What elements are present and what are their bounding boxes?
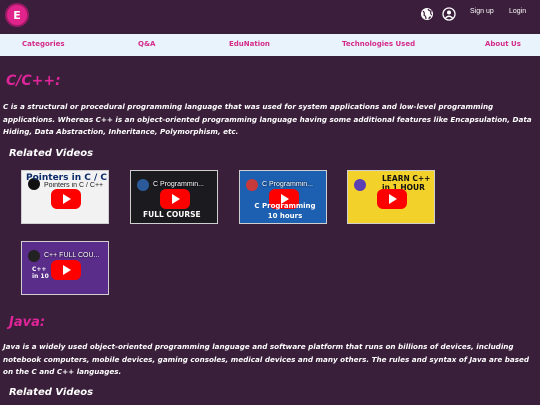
channel-avatar bbox=[28, 250, 40, 262]
section-description-c: C is a structural or procedural programm… bbox=[3, 102, 532, 136]
globe-icon[interactable] bbox=[420, 7, 434, 21]
video-thumbnail[interactable]: C++ FULL COU... C++ in 10 bbox=[21, 241, 109, 295]
section-description-java: Java is a widely used object-oriented pr… bbox=[3, 342, 530, 376]
video-title: C Programmin... bbox=[262, 181, 313, 188]
user-icon[interactable] bbox=[442, 7, 456, 21]
play-icon bbox=[377, 189, 407, 209]
nav-qa[interactable]: Q&A bbox=[138, 40, 155, 48]
channel-avatar bbox=[246, 179, 258, 191]
site-logo[interactable]: E bbox=[5, 3, 29, 27]
play-icon bbox=[51, 189, 81, 209]
nav-bar: Categories Q&A EduNation Technologies Us… bbox=[0, 34, 540, 56]
play-icon bbox=[51, 260, 81, 280]
logo-letter: E bbox=[13, 8, 21, 22]
nav-about-us[interactable]: About Us bbox=[485, 40, 521, 48]
nav-edunation[interactable]: EduNation bbox=[229, 40, 270, 48]
video-thumbnail[interactable]: LEARN C++ in 1 HOUR bbox=[347, 170, 435, 224]
video-overlay-text: FULL COURSE bbox=[143, 210, 201, 219]
signup-link[interactable]: Sign up bbox=[470, 8, 494, 15]
video-thumbnail[interactable]: Pointers in C / C++ Pointers in C / C++ bbox=[21, 170, 109, 224]
channel-avatar bbox=[137, 179, 149, 191]
section-title-java: Java: bbox=[9, 315, 46, 330]
video-thumbnail[interactable]: C Programmin... FULL COURSE bbox=[130, 170, 218, 224]
video-title: C++ FULL COU... bbox=[44, 252, 100, 259]
play-icon bbox=[160, 189, 190, 209]
nav-technologies-used[interactable]: Technologies Used bbox=[342, 40, 415, 48]
top-bar: E Sign up Login bbox=[0, 0, 540, 30]
nav-categories[interactable]: Categories bbox=[22, 40, 65, 48]
video-overlay-text: C Programming 10 hours bbox=[254, 202, 316, 220]
related-videos-heading-java: Related Videos bbox=[9, 387, 94, 398]
related-videos-heading-c: Related Videos bbox=[9, 148, 94, 159]
channel-avatar bbox=[354, 179, 366, 191]
video-title: C Programmin... bbox=[153, 181, 204, 188]
video-overlay-text: C++ in 10 bbox=[32, 266, 49, 280]
login-link[interactable]: Login bbox=[509, 8, 526, 15]
video-thumbnail[interactable]: C Programmin... C Programming 10 hours bbox=[239, 170, 327, 224]
video-title: Pointers in C / C++ bbox=[44, 182, 104, 189]
section-title-c: C/C++: bbox=[6, 73, 61, 89]
